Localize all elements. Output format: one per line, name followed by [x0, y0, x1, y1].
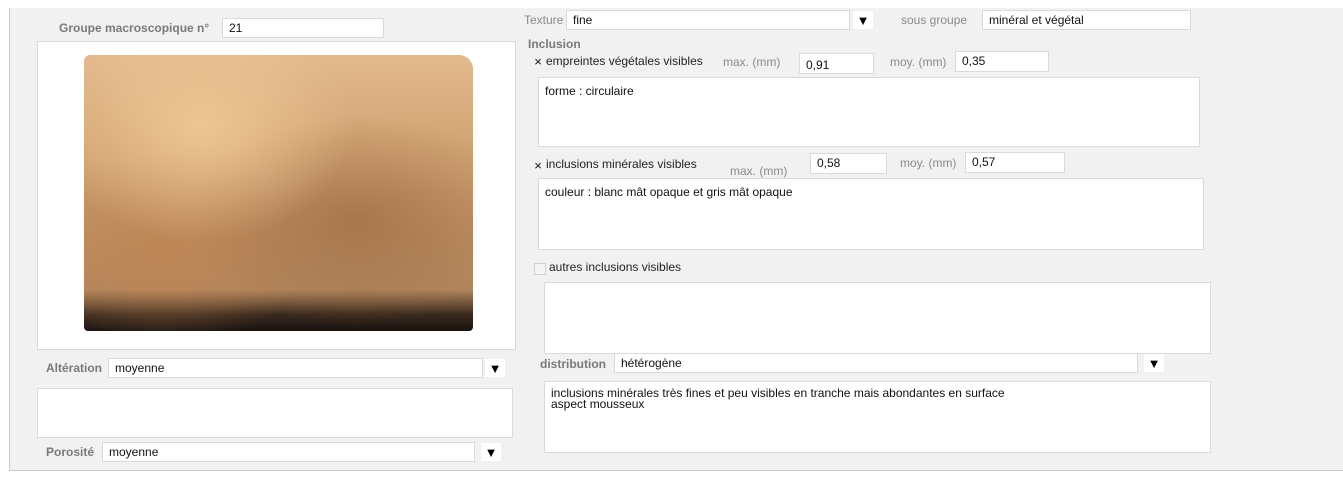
texture-select[interactable]: fine: [566, 10, 850, 30]
minerales-note[interactable]: couleur : blanc mât opaque et gris mât o…: [538, 178, 1204, 250]
vegetales-max-label: max. (mm): [723, 55, 781, 69]
porosite-label: Porosité: [46, 445, 95, 459]
autres-checkbox[interactable]: [534, 263, 546, 275]
vegetales-note[interactable]: forme : circulaire: [538, 77, 1200, 147]
minerales-moy-label: moy. (mm): [900, 156, 957, 170]
distribution-label: distribution: [540, 357, 606, 371]
minerales-label: inclusions minérales visibles: [546, 157, 697, 171]
minerales-checkbox[interactable]: ×: [532, 159, 544, 172]
vegetales-max-field[interactable]: 0,91: [799, 53, 874, 74]
autres-note[interactable]: [544, 282, 1211, 354]
distribution-note[interactable]: inclusions minérales très fines et peu v…: [544, 381, 1211, 453]
inclusion-title: Inclusion: [528, 37, 581, 51]
form-panel: Groupe macroscopique n° 21 Altération mo…: [9, 8, 1343, 471]
texture-dropdown-icon[interactable]: ▼: [853, 11, 873, 29]
groupe-label: Groupe macroscopique n°: [59, 21, 210, 35]
vegetales-moy-field[interactable]: 0,35: [955, 51, 1049, 72]
porosite-select[interactable]: moyenne: [102, 442, 475, 462]
porosite-dropdown-icon[interactable]: ▼: [481, 443, 501, 461]
vegetales-label: empreintes végétales visibles: [546, 54, 703, 68]
vegetales-moy-label: moy. (mm): [890, 55, 947, 69]
alteration-note[interactable]: [37, 388, 513, 438]
alteration-label: Altération: [46, 361, 103, 375]
autres-label: autres inclusions visibles: [549, 260, 682, 274]
sample-photo: [84, 55, 473, 331]
alteration-dropdown-icon[interactable]: ▼: [485, 359, 505, 377]
minerales-max-label: max. (mm): [730, 164, 788, 178]
vegetales-checkbox[interactable]: ×: [532, 55, 544, 68]
sample-photo-frame: [37, 41, 516, 350]
distribution-select[interactable]: hétérogène: [614, 353, 1138, 373]
groupe-field[interactable]: 21: [222, 18, 384, 38]
sous-groupe-field[interactable]: minéral et végétal: [982, 10, 1191, 30]
distribution-dropdown-icon[interactable]: ▼: [1144, 354, 1164, 372]
alteration-select[interactable]: moyenne: [108, 358, 483, 378]
minerales-max-field[interactable]: 0,58: [810, 153, 887, 174]
sous-groupe-label: sous groupe: [901, 13, 968, 27]
minerales-moy-field[interactable]: 0,57: [965, 152, 1065, 173]
texture-label: Texture: [524, 13, 564, 27]
